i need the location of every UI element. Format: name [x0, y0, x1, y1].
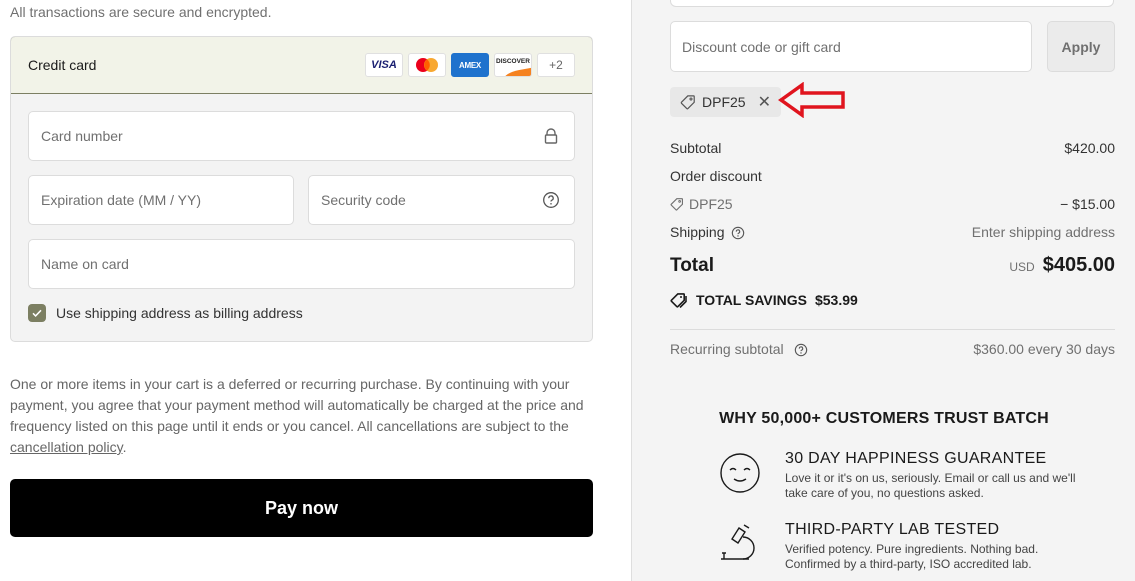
recurring-purchase-notice: One or more items in your cart is a defe… — [10, 374, 600, 458]
legal-suffix: . — [122, 439, 127, 455]
card-number-field[interactable] — [28, 111, 575, 161]
order-summary-panel: Apply DPF25 ✕ Subtotal $420.00 Order dis… — [631, 0, 1135, 581]
discount-code-text: DPF25 — [689, 196, 733, 212]
applied-code: DPF25 — [702, 94, 746, 110]
recurring-label-wrap: Recurring subtotal — [670, 341, 808, 357]
secure-note: All transactions are secure and encrypte… — [10, 4, 272, 20]
subtotal-row: Subtotal $420.00 — [670, 140, 1115, 156]
subtotal-value: $420.00 — [1064, 140, 1115, 156]
discover-icon: DISCOVER — [494, 53, 532, 77]
total-value: $405.00 — [1042, 254, 1115, 276]
discount-code-input[interactable] — [671, 22, 1031, 71]
annotation-arrow-icon — [778, 82, 845, 118]
visa-icon: VISA — [365, 53, 403, 77]
apply-button[interactable]: Apply — [1047, 21, 1115, 72]
shipping-label-wrap: Shipping — [670, 224, 745, 240]
order-discount-row: Order discount — [670, 168, 1115, 184]
applied-discount-chip: DPF25 ✕ — [670, 87, 781, 117]
trust-heading: 30 DAY HAPPINESS GUARANTEE — [785, 450, 1047, 467]
billing-address-checkbox[interactable] — [28, 304, 46, 322]
discount-code-line: DPF25 — [670, 196, 733, 212]
help-icon[interactable] — [794, 343, 808, 357]
legal-text: One or more items in your cart is a defe… — [10, 376, 584, 434]
security-code-input[interactable] — [309, 176, 574, 224]
total-label: Total — [670, 254, 714, 276]
total-amount: USD $405.00 — [1009, 254, 1115, 277]
payment-panel: All transactions are secure and encrypte… — [0, 0, 631, 581]
subtotal-label: Subtotal — [670, 140, 722, 156]
checkmark-icon — [32, 309, 42, 317]
credit-card-section: Credit card VISA AMEX DISCOVER +2 Card n… — [10, 36, 593, 342]
billing-address-label: Use shipping address as billing address — [56, 305, 303, 321]
savings-value: $53.99 — [814, 292, 858, 308]
shipping-value: Enter shipping address — [971, 224, 1115, 241]
more-brands-badge: +2 — [537, 53, 575, 77]
card-number-input[interactable] — [29, 112, 574, 160]
lock-icon — [544, 128, 558, 144]
trust-text: Love it or it's on us, seriously. Email … — [785, 471, 1076, 500]
remove-discount-icon[interactable]: ✕ — [758, 92, 771, 112]
previous-field[interactable] — [670, 0, 1114, 7]
help-icon[interactable] — [731, 226, 745, 240]
shipping-row: Shipping Enter shipping address — [670, 224, 1115, 240]
savings-tag-icon — [670, 293, 687, 308]
recurring-label: Recurring subtotal — [670, 341, 784, 357]
help-icon[interactable] — [542, 191, 560, 209]
security-code-field[interactable] — [308, 175, 575, 225]
tag-icon — [670, 198, 683, 211]
mastercard-icon — [408, 53, 446, 77]
pay-now-button[interactable]: Pay now — [10, 479, 593, 537]
order-discount-label: Order discount — [670, 168, 762, 184]
summary-divider — [670, 329, 1115, 330]
trust-text: Verified potency. Pure ingredients. Noth… — [785, 542, 1039, 571]
recurring-value: $360.00 every 30 days — [973, 341, 1115, 358]
amex-icon: AMEX — [451, 53, 489, 77]
discount-value: − $15.00 — [1060, 196, 1115, 212]
billing-address-checkbox-row[interactable]: Use shipping address as billing address — [28, 304, 303, 322]
total-savings: TOTAL SAVINGS $53.99 — [670, 292, 858, 308]
payment-method-label: Credit card — [28, 57, 97, 73]
microscope-icon — [721, 524, 755, 560]
discount-code-field[interactable] — [670, 21, 1032, 72]
expiration-input[interactable] — [29, 176, 293, 224]
cancellation-policy-link[interactable]: cancellation policy — [10, 439, 123, 455]
credit-card-option[interactable]: Credit card VISA AMEX DISCOVER +2 — [11, 37, 592, 94]
discount-line-row: DPF25 − $15.00 — [670, 196, 1115, 212]
trust-heading: THIRD-PARTY LAB TESTED — [785, 521, 1000, 538]
currency-code: USD — [1009, 260, 1035, 274]
smiley-face-icon — [720, 453, 760, 493]
name-on-card-field[interactable] — [28, 239, 575, 289]
trust-title: WHY 50,000+ CUSTOMERS TRUST BATCH — [719, 410, 1049, 427]
total-row: Total USD $405.00 — [670, 254, 1115, 277]
expiration-field[interactable] — [28, 175, 294, 225]
card-brands: VISA AMEX DISCOVER +2 — [365, 53, 575, 77]
savings-label: TOTAL SAVINGS — [696, 292, 807, 308]
shipping-label: Shipping — [670, 224, 725, 240]
tag-icon — [680, 95, 695, 110]
name-on-card-input[interactable] — [29, 240, 574, 288]
recurring-subtotal-row: Recurring subtotal $360.00 every 30 days — [670, 341, 1115, 357]
